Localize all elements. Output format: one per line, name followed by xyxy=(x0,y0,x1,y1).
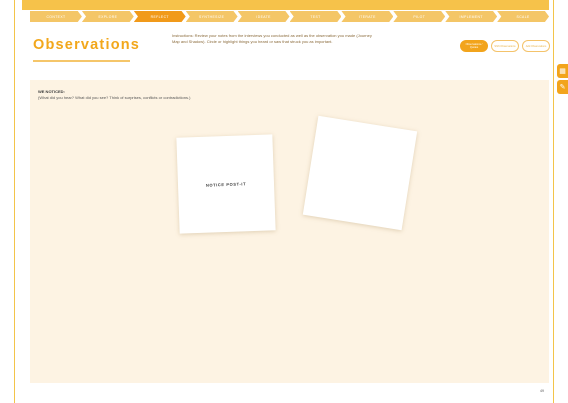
page-border-right xyxy=(553,0,554,403)
step-synthesize[interactable]: Synthesize xyxy=(185,11,238,22)
step-scale[interactable]: Scale xyxy=(497,11,550,22)
step-implement[interactable]: Implement xyxy=(445,11,498,22)
grid-icon[interactable]: ▦ xyxy=(557,64,568,78)
step-context[interactable]: Context xyxy=(30,11,82,22)
side-tabs: ▦ ✎ xyxy=(557,64,568,94)
post-it-note[interactable]: NOTICE POST-IT xyxy=(176,134,276,234)
process-steps-nav: Context Explore Reflect Synthesize Ideat… xyxy=(30,11,550,22)
canvas-subtext: (What did you hear? What did you see? Th… xyxy=(38,95,191,100)
view-buttons: Observations / Quotes Shift Observations… xyxy=(460,40,550,52)
page-title: Observations xyxy=(33,37,141,53)
step-reflect[interactable]: Reflect xyxy=(133,11,186,22)
step-explore[interactable]: Explore xyxy=(81,11,134,22)
post-it-text: NOTICE POST-IT xyxy=(205,180,247,188)
title-underline xyxy=(33,60,130,62)
post-it-note-blank[interactable] xyxy=(302,115,418,231)
top-bar xyxy=(22,0,549,10)
page-number: 49 xyxy=(540,389,544,393)
shift-observations-button[interactable]: Shift Observations xyxy=(491,40,519,52)
instructions-text: Instructions: Review your notes from the… xyxy=(172,33,372,44)
step-test[interactable]: Test xyxy=(289,11,342,22)
step-iterate[interactable]: Iterate xyxy=(341,11,394,22)
notice-canvas[interactable]: WE NOTICED: (What did you hear? What did… xyxy=(30,80,549,383)
canvas-heading: WE NOTICED: xyxy=(38,89,65,94)
add-observations-button[interactable]: Add Observations xyxy=(522,40,550,52)
pencil-icon[interactable]: ✎ xyxy=(557,80,568,94)
step-pilot[interactable]: Pilot xyxy=(393,11,446,22)
step-ideate[interactable]: Ideate xyxy=(237,11,290,22)
observations-quotes-button[interactable]: Observations / Quotes xyxy=(460,40,488,52)
page-border-left xyxy=(14,0,15,403)
